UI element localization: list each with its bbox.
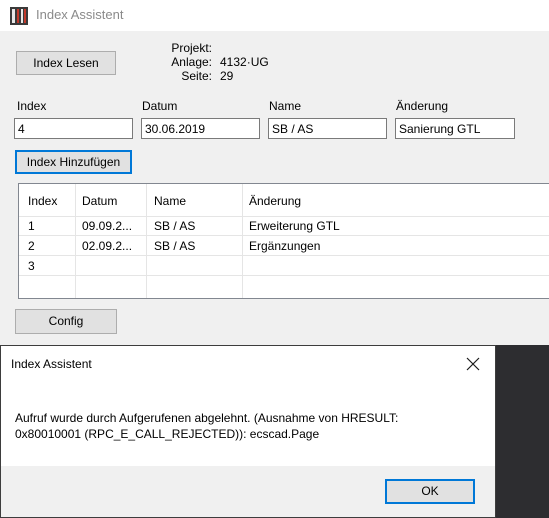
anlage-value: 4132·UG (220, 55, 269, 69)
seite-value: 29 (220, 69, 234, 83)
seite-label: Seite: (181, 69, 212, 83)
column-header-name[interactable]: Name (154, 194, 186, 208)
app-icon (9, 6, 29, 26)
close-icon[interactable] (461, 352, 485, 376)
aenderung-input[interactable] (395, 118, 515, 139)
projekt-label: Projekt: (171, 41, 212, 55)
main-window: Index Assistent Index Lesen Projekt: Anl… (0, 0, 549, 345)
column-header-index[interactable]: Index (28, 194, 57, 208)
dialog-message-line-1: Aufruf wurde durch Aufgerufenen abgelehn… (15, 411, 399, 425)
config-button[interactable]: Config (15, 309, 117, 334)
dialog-title: Index Assistent (11, 357, 92, 371)
ok-button[interactable]: OK (385, 479, 475, 504)
name-input[interactable] (268, 118, 387, 139)
cell-index: 2 (28, 239, 35, 253)
index-label: Index (17, 99, 47, 113)
row-divider (19, 275, 549, 276)
dialog-body: Aufruf wurde durch Aufgerufenen abgelehn… (1, 382, 495, 466)
window-title: Index Assistent (36, 7, 124, 22)
dialog-footer: OK (1, 466, 495, 517)
name-label: Name (269, 99, 302, 113)
column-header-aenderung[interactable]: Änderung (249, 194, 301, 208)
index-hinzufuegen-button[interactable]: Index Hinzufügen (15, 150, 132, 174)
project-info: Projekt: Anlage: 4132·UG Seite: 29 (140, 41, 269, 83)
column-divider (75, 184, 76, 298)
column-header-datum[interactable]: Datum (82, 194, 117, 208)
row-divider (19, 235, 549, 236)
cell-aenderung: Erweiterung GTL (249, 219, 340, 233)
datum-input[interactable] (141, 118, 260, 139)
dialog-title-bar[interactable]: Index Assistent (1, 346, 495, 382)
anlage-label: Anlage: (171, 55, 212, 69)
cell-index: 1 (28, 219, 35, 233)
title-bar[interactable]: Index Assistent (0, 0, 549, 31)
cell-name: SB / AS (154, 239, 196, 253)
row-divider (19, 255, 549, 256)
dialog-message: Aufruf wurde durch Aufgerufenen abgelehn… (15, 410, 485, 442)
index-lesen-button[interactable]: Index Lesen (16, 51, 116, 75)
cell-datum: 09.09.2... (82, 219, 133, 233)
index-grid[interactable]: Index Datum Name Änderung 1 09.09.2... S… (18, 183, 549, 299)
datum-label: Datum (142, 99, 178, 113)
cell-name: SB / AS (154, 219, 196, 233)
cell-index: 3 (28, 259, 35, 273)
cell-aenderung: Ergänzungen (249, 239, 321, 253)
cell-datum: 02.09.2... (82, 239, 133, 253)
aenderung-label: Änderung (396, 99, 449, 113)
error-dialog: Index Assistent Aufruf wurde durch Aufge… (0, 345, 496, 518)
column-divider (242, 184, 243, 298)
index-input[interactable] (14, 118, 133, 139)
column-divider (146, 184, 147, 298)
grid-header: Index Datum Name Änderung (19, 184, 549, 217)
dialog-message-line-2: 0x80010001 (RPC_E_CALL_REJECTED)): ecsca… (15, 427, 320, 441)
